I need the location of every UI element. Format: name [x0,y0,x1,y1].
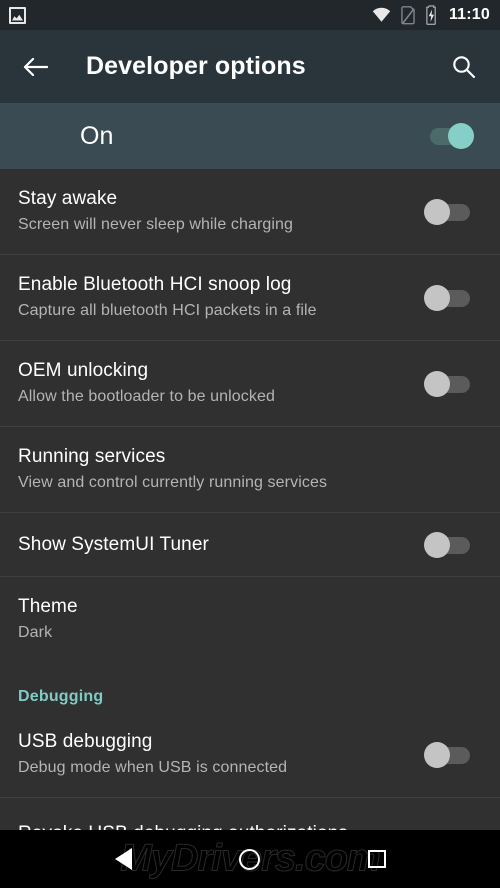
bluetooth-hci-snoop-log-toggle[interactable] [424,284,476,312]
row-subtitle: Dark [18,624,53,641]
nav-recents-button[interactable] [352,834,402,884]
row-title: Revoke USB debugging authorizations [18,822,348,830]
setting-row-running-services[interactable]: Running services View and control curren… [0,427,500,512]
row-text: Revoke USB debugging authorizations [18,798,476,830]
nav-recents-icon [367,850,386,868]
row-title: Enable Bluetooth HCI snoop log [18,274,292,295]
back-button[interactable] [18,50,52,84]
photo-icon [9,6,26,24]
nav-home-button[interactable] [225,834,275,884]
status-bar-clock: 11:10 [448,6,490,23]
switch-thumb [424,370,450,397]
master-switch-toggle[interactable] [424,122,476,150]
app-bar: Developer options [0,30,500,103]
row-title: OEM unlocking [18,360,149,381]
row-text: Show SystemUI Tuner [18,533,408,557]
setting-row-oem-unlocking[interactable]: OEM unlocking Allow the bootloader to be… [0,341,500,426]
search-button[interactable] [446,50,480,84]
switch-thumb [448,123,474,149]
show-systemui-tuner-toggle[interactable] [424,531,476,559]
row-title: Show SystemUI Tuner [18,533,209,555]
master-switch-label: On [80,121,114,150]
setting-row-stay-awake[interactable]: Stay awake Screen will never sleep while… [0,169,500,254]
wifi-icon [372,7,391,22]
row-text: Running services View and control curren… [18,445,476,494]
settings-list[interactable]: Stay awake Screen will never sleep while… [0,169,500,830]
row-subtitle: Debug mode when USB is connected [18,759,288,776]
row-title: Running services [18,446,166,467]
setting-row-theme[interactable]: Theme Dark [0,577,500,662]
switch-thumb [424,741,450,768]
usb-debugging-toggle[interactable] [424,741,476,769]
switch-thumb [424,531,450,558]
battery-charging-icon [426,5,436,25]
row-title: Stay awake [18,188,118,209]
setting-row-revoke-usb-debugging-authorizations[interactable]: Revoke USB debugging authorizations [0,798,500,830]
row-text: USB debugging Debug mode when USB is con… [18,730,408,779]
status-bar-notifications [9,6,26,24]
row-text: Stay awake Screen will never sleep while… [18,187,408,236]
section-header-debugging: Debugging [0,662,500,712]
switch-thumb [424,284,450,311]
status-bar-system-icons: 11:10 [372,5,490,25]
setting-row-show-systemui-tuner[interactable]: Show SystemUI Tuner [0,513,500,576]
nav-back-icon [114,848,132,870]
stay-awake-toggle[interactable] [424,198,476,226]
row-text: Theme Dark [18,595,476,644]
row-title: USB debugging [18,731,153,752]
row-subtitle: View and control currently running servi… [18,474,328,491]
setting-row-bluetooth-hci-snoop-log[interactable]: Enable Bluetooth HCI snoop log Capture a… [0,255,500,340]
section-header-label: Debugging [18,688,104,705]
setting-row-usb-debugging[interactable]: USB debugging Debug mode when USB is con… [0,712,500,797]
row-text: OEM unlocking Allow the bootloader to be… [18,359,408,408]
navigation-bar: MyDrivers.com [0,830,500,888]
status-bar: 11:10 [0,0,500,30]
oem-unlocking-toggle[interactable] [424,370,476,398]
row-subtitle: Capture all bluetooth HCI packets in a f… [18,302,317,319]
row-subtitle: Allow the bootloader to be unlocked [18,388,276,405]
developer-options-master-row[interactable]: On [0,103,500,169]
page-title: Developer options [86,52,306,80]
android-settings-screen: 11:10 Developer options On Stay awake Sc… [0,0,500,888]
switch-thumb [424,198,450,225]
row-subtitle: Screen will never sleep while charging [18,216,294,233]
no-sim-icon [401,5,415,24]
nav-back-button[interactable] [98,834,148,884]
row-title: Theme [18,596,78,617]
nav-home-icon [239,848,261,870]
search-icon [452,56,475,79]
row-text: Enable Bluetooth HCI snoop log Capture a… [18,273,408,322]
back-arrow-icon [23,57,48,76]
